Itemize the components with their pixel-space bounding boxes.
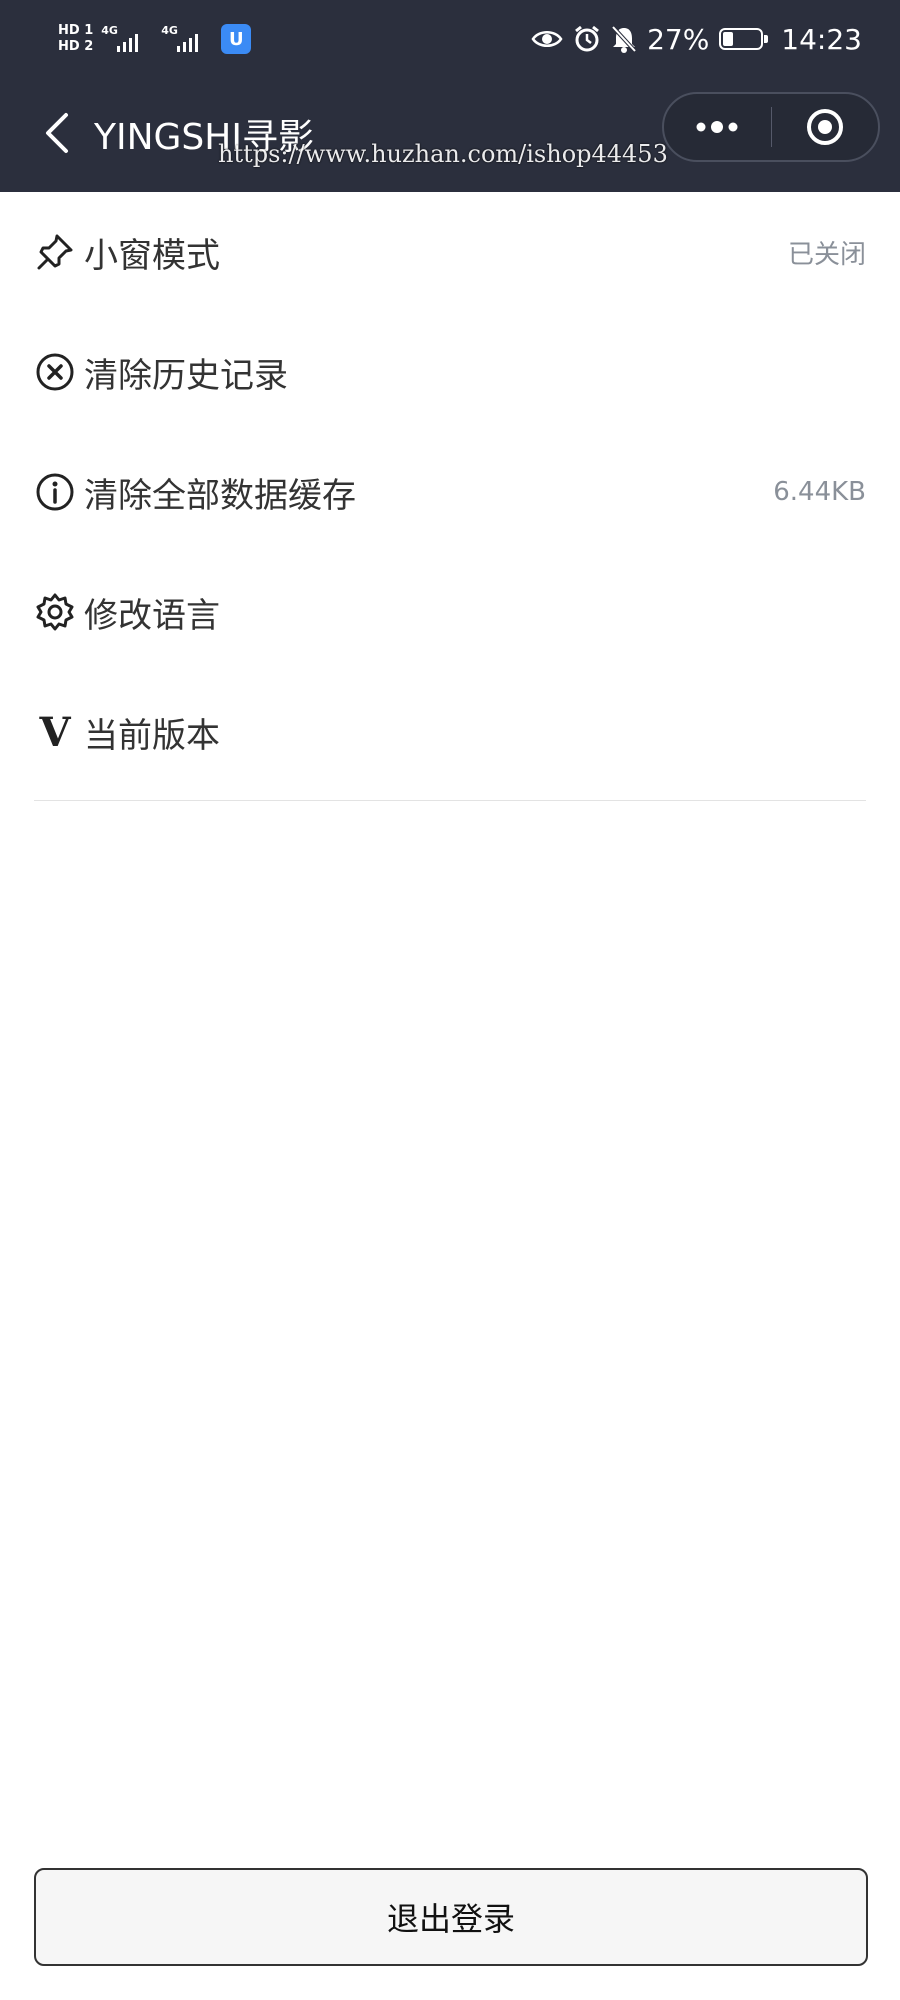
watermark-text: https://www.huzhan.com/ishop44453	[218, 140, 668, 168]
back-button[interactable]	[36, 102, 76, 164]
miniprogram-capsule	[662, 92, 880, 162]
setting-version[interactable]: V 当前版本	[34, 672, 866, 792]
close-circle-icon	[34, 351, 76, 393]
target-icon	[806, 109, 843, 145]
sim2-label: HD 2	[58, 39, 94, 54]
setting-label: 清除全部数据缓存	[84, 475, 356, 516]
settings-list: 小窗模式 已关闭 清除历史记录 清除全部数据缓存 6.44KB 修改语言 V 当…	[34, 192, 866, 792]
app-badge-icon: U	[221, 24, 252, 54]
signal-bars-icon	[177, 34, 199, 52]
signal-2: 4G	[161, 24, 213, 54]
sim1-label: HD 1	[58, 23, 94, 38]
signal-bars-icon	[117, 34, 139, 52]
setting-value: 已关闭	[787, 239, 866, 270]
setting-label: 当前版本	[84, 715, 220, 756]
setting-floating-window[interactable]: 小窗模式 已关闭	[34, 192, 866, 312]
gear-icon	[34, 591, 76, 633]
setting-label: 清除历史记录	[84, 355, 288, 396]
bell-off-icon	[611, 25, 637, 53]
nav-bar: YINGSHI寻影 https://www.huzhan.com/ishop44…	[0, 80, 900, 190]
clock: 14:23	[781, 22, 862, 56]
more-dots-icon	[696, 121, 738, 133]
setting-value: 6.44KB	[773, 477, 866, 507]
signal-1: 4G	[101, 24, 153, 54]
status-right: 27% 14:23	[531, 16, 862, 62]
setting-label: 修改语言	[84, 595, 220, 636]
v-icon: V	[39, 708, 71, 756]
setting-label: 小窗模式	[84, 235, 220, 276]
close-miniprogram-button[interactable]	[771, 94, 878, 160]
battery-icon	[719, 28, 769, 50]
network-2-label: 4G	[161, 24, 178, 37]
logout-button[interactable]: 退出登录	[34, 1868, 868, 1966]
info-icon	[34, 471, 76, 513]
setting-clear-cache[interactable]: 清除全部数据缓存 6.44KB	[34, 432, 866, 552]
status-bar: HD 1 HD 2 4G 4G U 27% 14:23	[0, 0, 900, 78]
list-divider	[34, 800, 866, 801]
alarm-icon	[575, 25, 599, 52]
setting-language[interactable]: 修改语言	[34, 552, 866, 672]
network-1-label: 4G	[101, 24, 118, 37]
chevron-left-icon	[46, 113, 68, 153]
setting-clear-history[interactable]: 清除历史记录	[34, 312, 866, 432]
top-bar: HD 1 HD 2 4G 4G U 27% 14:23 YINGSHI寻影 ht…	[0, 0, 900, 192]
sim-indicators: HD 1 HD 2	[58, 24, 93, 54]
status-left: HD 1 HD 2 4G 4G U	[58, 14, 252, 64]
more-button[interactable]	[664, 94, 771, 160]
pin-icon	[34, 231, 76, 273]
eye-icon	[531, 31, 563, 47]
battery-level	[723, 32, 734, 46]
battery-percent: 27%	[647, 22, 710, 56]
